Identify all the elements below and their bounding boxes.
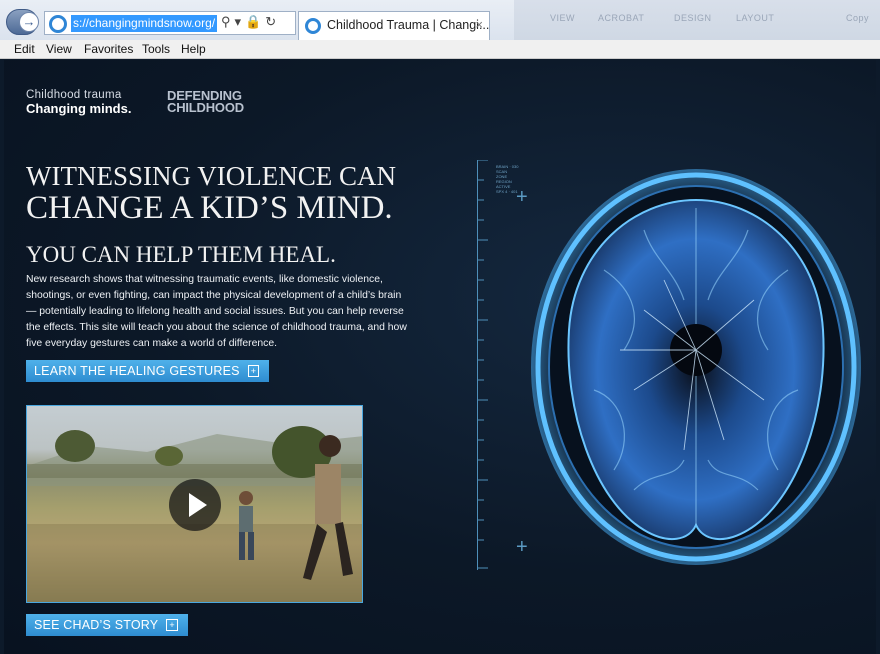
see-story-label: SEE CHAD’S STORY xyxy=(34,618,159,632)
ghost-menu-item: DESIGN xyxy=(674,13,712,23)
back-arrow-icon: → xyxy=(19,12,39,32)
tab-title: Childhood Trauma | Changi... xyxy=(327,18,490,32)
brain-scan-illustration xyxy=(531,169,861,565)
browser-toolbar: VIEW ACROBAT DESIGN LAYOUT Copy → s://ch… xyxy=(0,0,880,40)
intro-paragraph: New research shows that witnessing traum… xyxy=(26,274,407,349)
address-tools-icons[interactable]: ⚲▾🔒↻ xyxy=(221,14,280,30)
ie-logo-icon xyxy=(49,15,67,33)
plus-icon: + xyxy=(247,365,260,377)
learn-gestures-button[interactable]: LEARN THE HEALING GESTURES + xyxy=(26,360,269,382)
address-bar[interactable]: s://changingmindsnow.org/ ⚲▾🔒↻ xyxy=(44,11,296,35)
learn-gestures-label: LEARN THE HEALING GESTURES xyxy=(34,364,240,378)
favicon-icon xyxy=(305,18,321,34)
menu-bar: Edit View Favorites Tools Help xyxy=(0,40,880,59)
logo-line-2: Changing minds. xyxy=(26,101,132,116)
see-chads-story-button[interactable]: SEE CHAD’S STORY + xyxy=(26,614,188,636)
url-text[interactable]: s://changingmindsnow.org/ xyxy=(71,15,218,32)
background-window: VIEW ACROBAT DESIGN LAYOUT Copy xyxy=(514,0,880,40)
video-player[interactable] xyxy=(26,405,363,603)
logo2-line-2: CHILDHOOD xyxy=(167,100,244,115)
plus-icon: + xyxy=(166,619,178,631)
page-headline: WITNESSING VIOLENCE CAN CHANGE A KID’S M… xyxy=(26,162,396,226)
menu-favorites[interactable]: Favorites xyxy=(84,42,133,56)
play-icon[interactable] xyxy=(169,479,221,531)
headline-line-1: WITNESSING VIOLENCE CAN xyxy=(26,161,396,191)
ghost-menu-item: VIEW xyxy=(550,13,576,23)
ghost-menu-item: LAYOUT xyxy=(736,13,775,23)
logo-line-1: Childhood trauma xyxy=(26,89,122,101)
menu-view[interactable]: View xyxy=(46,42,72,56)
browser-tab[interactable]: Childhood Trauma | Changi... × xyxy=(298,11,490,40)
menu-tools[interactable]: Tools xyxy=(142,42,170,56)
tab-close-icon[interactable]: × xyxy=(475,17,483,32)
menu-help[interactable]: Help xyxy=(181,42,206,56)
subheadline: YOU CAN HELP THEM HEAL. xyxy=(26,242,336,267)
scale-ticks xyxy=(478,159,488,569)
site-logo[interactable]: Childhood trauma Changing minds. xyxy=(26,89,131,116)
page-content: Childhood trauma Changing minds. DEFENDI… xyxy=(4,60,876,654)
scan-scale xyxy=(477,159,489,570)
headline-line-2: CHANGE A KID’S MIND. xyxy=(26,190,393,226)
defending-childhood-logo[interactable]: DEFENDING CHILDHOOD xyxy=(167,89,244,115)
back-button[interactable]: → xyxy=(6,9,39,35)
ghost-menu-item: Copy xyxy=(846,13,870,23)
ghost-menu-item: ACROBAT xyxy=(598,13,645,23)
menu-edit[interactable]: Edit xyxy=(14,42,35,56)
